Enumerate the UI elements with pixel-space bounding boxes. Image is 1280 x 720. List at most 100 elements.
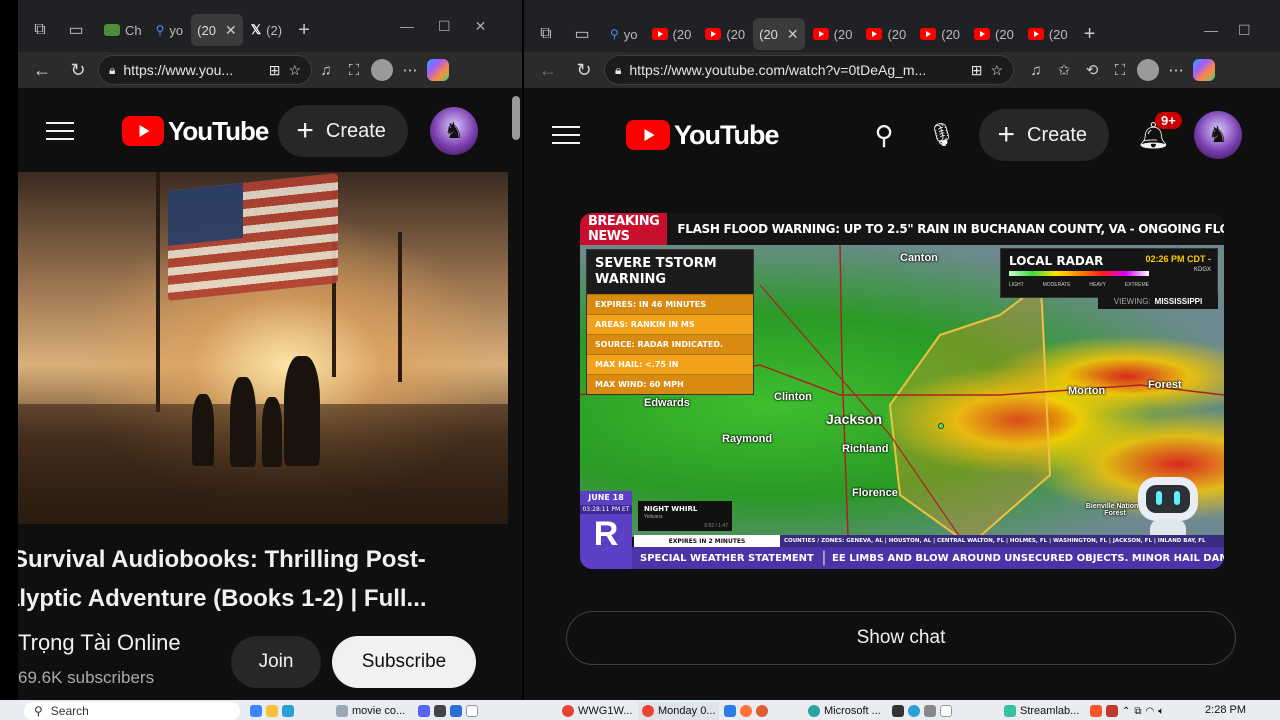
copilot-icon[interactable] bbox=[1190, 56, 1218, 84]
back-icon[interactable]: ← bbox=[532, 54, 564, 86]
app-icon[interactable] bbox=[756, 705, 768, 717]
workspaces-icon[interactable]: ⧉ bbox=[532, 20, 560, 48]
more-menu-icon[interactable]: ⋯ bbox=[396, 56, 424, 84]
youtube-favicon-icon bbox=[705, 28, 722, 40]
history-icon[interactable]: ⟲ bbox=[1078, 56, 1106, 84]
city-label: Jackson bbox=[826, 411, 883, 427]
maximize-icon[interactable]: ☐ bbox=[1238, 22, 1251, 39]
app-icon[interactable] bbox=[924, 705, 936, 717]
tab-youtube[interactable]: (20 bbox=[968, 18, 1020, 50]
tab-ch[interactable]: Ch bbox=[98, 14, 148, 46]
subscribe-button[interactable]: Subscribe bbox=[332, 636, 476, 688]
close-tab-icon[interactable]: ✕ bbox=[225, 22, 237, 39]
notifications-bell-icon[interactable]: 🔔︎ 9+ bbox=[1137, 111, 1182, 151]
more-menu-icon[interactable]: ⋯ bbox=[1162, 56, 1190, 84]
music-extension-icon[interactable]: ♫ bbox=[312, 56, 340, 84]
profile-icon[interactable] bbox=[1134, 56, 1162, 84]
search-icon[interactable]: ⚲ bbox=[874, 120, 893, 151]
app-available-icon[interactable]: ⊞ bbox=[269, 62, 281, 79]
tab-x[interactable]: 𝕏 (2) bbox=[245, 14, 288, 46]
tray-icon[interactable]: ⧉ bbox=[1134, 706, 1141, 717]
app-icon[interactable] bbox=[466, 705, 478, 717]
volume-icon[interactable]: 🔈︎ bbox=[1158, 706, 1164, 717]
app-icon[interactable] bbox=[434, 705, 446, 717]
close-window-icon[interactable]: ✕ bbox=[475, 18, 487, 35]
profile-icon[interactable] bbox=[368, 56, 396, 84]
avatar[interactable] bbox=[429, 107, 478, 155]
tab-yo[interactable]: ⚲ yo bbox=[604, 18, 644, 50]
menu-icon[interactable] bbox=[46, 122, 74, 140]
show-chat-button[interactable]: Show chat bbox=[566, 611, 1236, 665]
maximize-icon[interactable]: ☐ bbox=[438, 18, 451, 35]
taskbar-clock[interactable]: 2:28 PM bbox=[1205, 704, 1246, 716]
workspaces-icon[interactable]: ⧉ bbox=[26, 16, 54, 44]
minimize-icon[interactable]: — bbox=[400, 18, 414, 35]
create-button[interactable]: + Create bbox=[979, 109, 1110, 161]
store-icon[interactable] bbox=[282, 705, 294, 717]
avatar[interactable] bbox=[1194, 111, 1243, 159]
screenshot-icon[interactable]: ⛶ bbox=[340, 56, 368, 84]
lock-icon: 🔒︎ bbox=[615, 62, 622, 77]
close-tab-icon[interactable]: ✕ bbox=[787, 26, 799, 43]
app-icon[interactable] bbox=[450, 705, 462, 717]
app-icon[interactable] bbox=[724, 705, 736, 717]
music-extension-icon[interactable]: ♫ bbox=[1022, 56, 1050, 84]
brave-icon[interactable] bbox=[1090, 705, 1102, 717]
chevron-up-icon[interactable]: ⌃ bbox=[1122, 706, 1130, 717]
video-title[interactable]: Survival Audiobooks: Thrilling Post- aly… bbox=[18, 540, 508, 618]
edge-taskbar-icon[interactable] bbox=[250, 705, 262, 717]
tab-youtube[interactable]: (20 bbox=[1022, 18, 1074, 50]
microphone-icon[interactable]: 🎙︎ bbox=[928, 122, 956, 148]
copilot-icon[interactable] bbox=[424, 56, 452, 84]
url-field[interactable]: 🔒︎ https://www.you... ⊞ ☆ bbox=[98, 55, 312, 85]
scrollbar[interactable] bbox=[512, 96, 520, 140]
file-explorer-icon[interactable] bbox=[266, 705, 278, 717]
severe-warning-box: SEVERE TSTORM WARNING EXPIRES: IN 46 MIN… bbox=[586, 249, 754, 395]
wifi-icon[interactable]: ◠ bbox=[1146, 706, 1155, 717]
search-icon: ⚲ bbox=[155, 23, 165, 37]
youtube-logo[interactable]: YouTube bbox=[626, 120, 779, 151]
refresh-icon[interactable]: ↻ bbox=[568, 54, 600, 86]
screenshot-icon[interactable]: ⛶ bbox=[1106, 56, 1134, 84]
youtube-logo[interactable]: YouTube bbox=[122, 116, 269, 147]
favorite-star-icon[interactable]: ☆ bbox=[288, 62, 301, 79]
tab-youtube[interactable]: (20 bbox=[914, 18, 966, 50]
app-icon[interactable] bbox=[940, 705, 952, 717]
refresh-icon[interactable]: ↻ bbox=[62, 54, 94, 86]
tab-youtube[interactable]: (20 bbox=[699, 18, 751, 50]
taskbar-search[interactable]: ⚲ Search bbox=[24, 702, 240, 720]
taskbar-app-wwg1w[interactable]: WWG1W... bbox=[562, 702, 632, 720]
favorites-icon[interactable]: ✩ bbox=[1050, 56, 1078, 84]
taskbar-app-microsoft[interactable]: Microsoft ... bbox=[808, 702, 881, 720]
app-icon[interactable] bbox=[892, 705, 904, 717]
create-button[interactable]: + Create bbox=[278, 105, 408, 157]
video-thumbnail[interactable] bbox=[18, 172, 508, 524]
tab-youtube[interactable]: (20 bbox=[646, 18, 698, 50]
back-icon[interactable]: ← bbox=[26, 54, 58, 86]
tab-youtube[interactable]: (20 bbox=[807, 18, 859, 50]
new-tab-icon[interactable]: + bbox=[1076, 20, 1104, 48]
tab-yo[interactable]: ⚲ yo bbox=[150, 14, 190, 46]
menu-icon[interactable] bbox=[552, 126, 580, 144]
tab-actions-icon[interactable]: ▭ bbox=[568, 20, 596, 48]
url-field[interactable]: 🔒︎ https://www.youtube.com/watch?v=0tDeA… bbox=[604, 55, 1014, 85]
tab-youtube[interactable]: (20 bbox=[860, 18, 912, 50]
taskbar-app-movie[interactable]: movie co... bbox=[336, 702, 405, 720]
join-button[interactable]: Join bbox=[231, 636, 321, 688]
taskbar-app-streamlabs[interactable]: Streamlab... bbox=[1004, 702, 1079, 720]
app-icon[interactable] bbox=[1106, 705, 1118, 717]
channel-name[interactable]: Trọng Tài Online bbox=[18, 630, 181, 656]
minimize-icon[interactable]: — bbox=[1204, 22, 1218, 39]
tab-actions-icon[interactable]: ▭ bbox=[62, 16, 90, 44]
app-available-icon[interactable]: ⊞ bbox=[971, 62, 983, 79]
video-player[interactable]: BREAKING NEWS FLASH FLOOD WARNING: UP TO… bbox=[580, 213, 1224, 569]
favorite-star-icon[interactable]: ☆ bbox=[990, 62, 1003, 79]
taskbar-app-monday[interactable]: Monday 0... bbox=[638, 702, 720, 720]
figure-silhouette bbox=[230, 377, 256, 467]
firefox-icon[interactable] bbox=[740, 705, 752, 717]
tab-active-youtube[interactable]: (20 ✕ bbox=[191, 14, 243, 46]
new-tab-icon[interactable]: + bbox=[290, 16, 318, 44]
telegram-icon[interactable] bbox=[908, 705, 920, 717]
discord-icon[interactable] bbox=[418, 705, 430, 717]
tab-active-youtube[interactable]: (20 ✕ bbox=[753, 18, 805, 50]
